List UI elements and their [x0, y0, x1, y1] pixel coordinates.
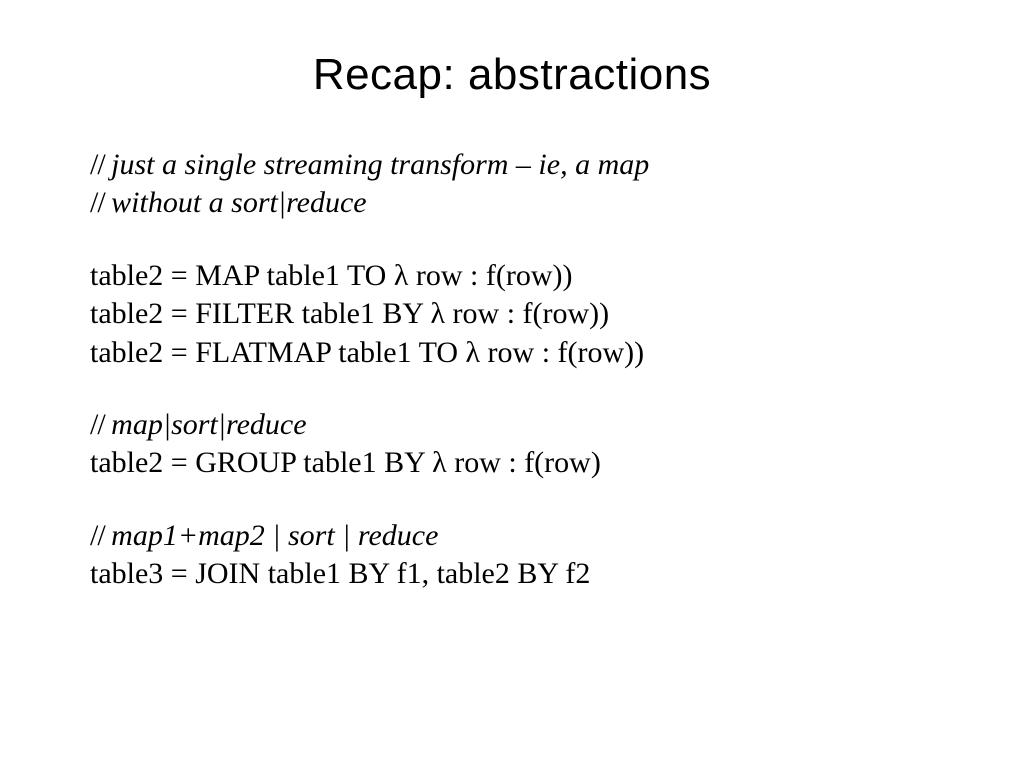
- code-line: table2 = GROUP table1 BY λ row : f(row): [90, 444, 934, 482]
- code-block-2: // map|sort|reduce table2 = GROUP table1…: [90, 406, 934, 483]
- comment-line: // map1+map2 | sort | reduce: [90, 517, 934, 555]
- comment-text: just a single streaming transform – ie, …: [111, 148, 649, 181]
- code-block-3: // map1+map2 | sort | reduce table3 = JO…: [90, 517, 934, 594]
- code-line: table3 = JOIN table1 BY f1, table2 BY f2: [90, 555, 934, 593]
- comment-line: // just a single streaming transform – i…: [90, 146, 934, 184]
- comment-block-1: // just a single streaming transform – i…: [90, 146, 934, 223]
- comment-line: // without a sort|reduce: [90, 184, 934, 222]
- slide-body: // just a single streaming transform – i…: [90, 146, 934, 594]
- comment-line: // map|sort|reduce: [90, 406, 934, 444]
- comment-slashes: //: [90, 519, 111, 552]
- code-block-1: table2 = MAP table1 TO λ row : f(row)) t…: [90, 257, 934, 372]
- comment-slashes: //: [90, 186, 111, 219]
- comment-slashes: //: [90, 408, 111, 441]
- comment-text: map1+map2 | sort | reduce: [111, 519, 438, 552]
- comment-slashes: //: [90, 148, 111, 181]
- slide: Recap: abstractions // just a single str…: [0, 0, 1024, 768]
- comment-text: map|sort|reduce: [111, 408, 306, 441]
- code-line: table2 = FLATMAP table1 TO λ row : f(row…: [90, 334, 934, 372]
- code-line: table2 = MAP table1 TO λ row : f(row)): [90, 257, 934, 295]
- code-line: table2 = FILTER table1 BY λ row : f(row)…: [90, 295, 934, 333]
- comment-text: without a sort|reduce: [111, 186, 366, 219]
- slide-title: Recap: abstractions: [90, 50, 934, 100]
